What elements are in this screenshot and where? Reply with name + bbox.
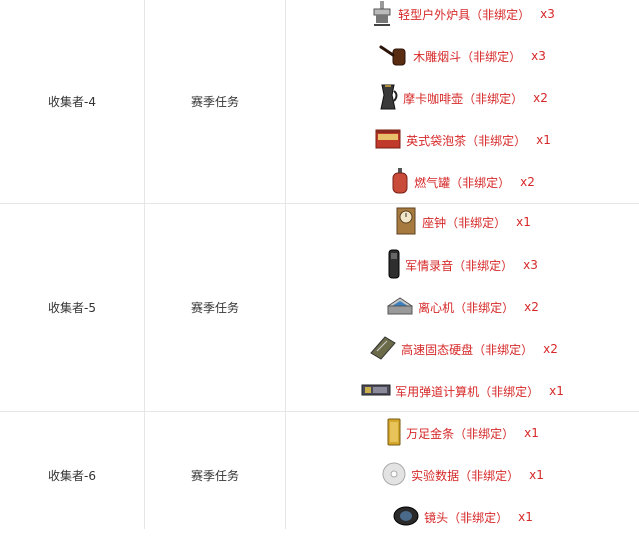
lens-icon xyxy=(392,505,420,530)
ballistic-computer-icon xyxy=(361,382,391,401)
reward-item: 木雕烟斗（非绑定） x3 xyxy=(286,35,639,77)
reward-label: 军情录音（非绑定） xyxy=(405,258,514,273)
gold-bar-icon xyxy=(386,418,402,449)
reward-item: 离心机（非绑定） x2 xyxy=(286,286,639,328)
reward-item: 万足金条（非绑定） x1 xyxy=(286,412,639,454)
reward-label: 实验数据（非绑定） xyxy=(411,468,520,483)
moka-pot-icon xyxy=(377,83,399,114)
task-name: 收集者-4 xyxy=(48,95,96,109)
reward-list: 轻型户外炉具（非绑定） x3 木雕烟斗（非绑定） x3 摩卡咖啡壶（非绑定） x… xyxy=(286,0,639,203)
centrifuge-icon xyxy=(386,294,414,321)
reward-label: 燃气罐（非绑定） xyxy=(414,175,511,190)
reward-qty: x1 xyxy=(516,215,531,229)
gas-canister-icon xyxy=(390,167,410,198)
reward-label: 英式袋泡茶（非绑定） xyxy=(406,133,527,148)
reward-label: 轻型户外炉具（非绑定） xyxy=(398,7,531,22)
reward-qty: x1 xyxy=(549,384,564,398)
table-row: 收集者-5 赛季任务 座钟（非绑定） x1 军情录音（非绑定） x3 离心机（非… xyxy=(0,204,639,412)
pipe-icon xyxy=(379,41,409,72)
disc-icon xyxy=(381,461,407,490)
reward-qty: x1 xyxy=(536,133,551,147)
reward-qty: x2 xyxy=(524,300,539,314)
task-type: 赛季任务 xyxy=(190,301,239,315)
table-row: 收集者-6 赛季任务 万足金条（非绑定） x1 实验数据（非绑定） x1 镜头（… xyxy=(0,412,639,542)
reward-item: 实验数据（非绑定） x1 xyxy=(286,454,639,496)
tea-box-icon xyxy=(374,126,402,155)
reward-item: 座钟（非绑定） x1 xyxy=(286,201,639,243)
reward-qty: x1 xyxy=(524,426,539,440)
reward-label: 离心机（非绑定） xyxy=(418,300,515,315)
stove-icon xyxy=(370,0,394,30)
table-row: 收集者-4 赛季任务 轻型户外炉具（非绑定） x3 木雕烟斗（非绑定） x3 摩… xyxy=(0,0,639,204)
reward-list: 万足金条（非绑定） x1 实验数据（非绑定） x1 镜头（非绑定） x1 xyxy=(286,412,639,542)
reward-item: 英式袋泡茶（非绑定） x1 xyxy=(286,119,639,161)
reward-item: 轻型户外炉具（非绑定） x3 xyxy=(286,0,639,35)
reward-list: 座钟（非绑定） x1 军情录音（非绑定） x3 离心机（非绑定） x2 高速固态… xyxy=(286,204,639,411)
reward-item: 军情录音（非绑定） x3 xyxy=(286,244,639,286)
task-type: 赛季任务 xyxy=(190,468,239,483)
reward-label: 万足金条（非绑定） xyxy=(406,426,515,441)
ssd-icon xyxy=(367,335,397,364)
recorder-icon xyxy=(387,249,401,282)
reward-item: 高速固态硬盘（非绑定） x2 xyxy=(286,328,639,370)
reward-label: 高速固态硬盘（非绑定） xyxy=(401,342,534,357)
reward-label: 木雕烟斗（非绑定） xyxy=(413,49,522,64)
reward-qty: x2 xyxy=(520,175,535,189)
reward-qty: x2 xyxy=(543,342,558,356)
reward-item: 燃气罐（非绑定） x2 xyxy=(286,161,639,203)
clock-icon xyxy=(394,206,418,239)
reward-label: 摩卡咖啡壶（非绑定） xyxy=(403,91,524,106)
task-type: 赛季任务 xyxy=(190,95,239,109)
reward-qty: x1 xyxy=(529,468,544,482)
reward-qty: x2 xyxy=(533,91,548,105)
reward-label: 镜头（非绑定） xyxy=(424,510,509,525)
reward-qty: x3 xyxy=(531,49,546,63)
reward-item: 军用弹道计算机（非绑定） x1 xyxy=(286,370,639,412)
task-name: 收集者-6 xyxy=(48,468,96,483)
collector-task-table: 收集者-4 赛季任务 轻型户外炉具（非绑定） x3 木雕烟斗（非绑定） x3 摩… xyxy=(0,0,639,529)
reward-qty: x1 xyxy=(518,510,533,524)
reward-label: 军用弹道计算机（非绑定） xyxy=(395,384,540,399)
reward-label: 座钟（非绑定） xyxy=(422,215,507,230)
reward-qty: x3 xyxy=(523,258,538,272)
reward-item: 镜头（非绑定） x1 xyxy=(286,496,639,538)
reward-item: 摩卡咖啡壶（非绑定） x2 xyxy=(286,77,639,119)
task-name: 收集者-5 xyxy=(48,301,96,315)
reward-qty: x3 xyxy=(540,7,555,21)
